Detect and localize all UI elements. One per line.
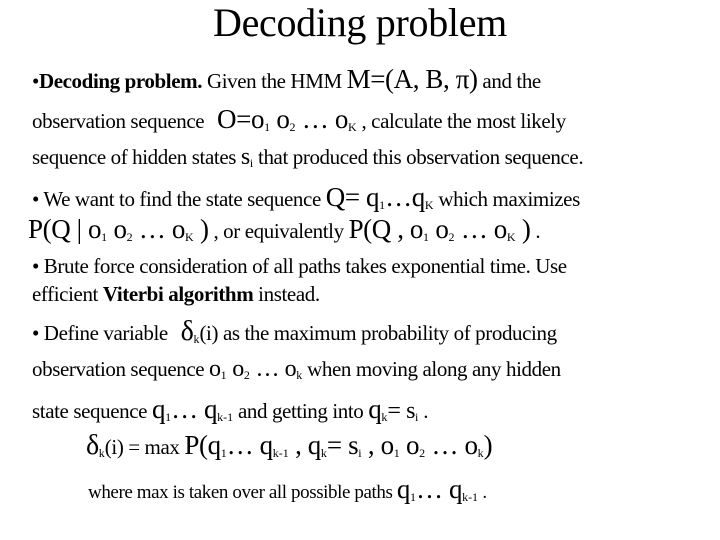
p3-line2: efficient Viterbi algorithm instead. <box>32 282 320 307</box>
prob-joint: P(Q , o1 o2 … oK ) <box>349 214 531 244</box>
p4-line3: state sequence q1… qk-1 and getting into… <box>32 394 428 425</box>
o2: o <box>270 104 290 134</box>
p1-text-2: and the <box>477 69 541 93</box>
o2: o <box>399 430 420 460</box>
close-paren: ) <box>483 430 493 460</box>
p4-line1: • Define variable δk(i) as the maximum p… <box>32 316 557 348</box>
sub: 1 <box>220 368 227 382</box>
p4-text-2: as the maximum probability of producing <box>218 321 557 345</box>
dots: … o <box>425 430 478 460</box>
q-eq: Q= q <box>325 182 380 212</box>
o: o <box>209 356 221 382</box>
o2: o <box>107 214 127 244</box>
hmm-model: M=(A, B, π) <box>346 64 478 94</box>
delta-symbol: δ <box>180 316 194 347</box>
state-s: s <box>240 144 250 170</box>
sub: K <box>347 120 357 134</box>
close-paren: ) <box>193 214 209 244</box>
p-joint: P(Q , o <box>348 214 424 244</box>
p1-text: Given the HMM <box>202 69 347 93</box>
p1-line1: •Decoding problem. Given the HMM M=(A, B… <box>32 64 541 95</box>
observation-seq: O=o1 o2 … oK <box>217 104 357 134</box>
sub: K <box>184 230 194 244</box>
o-eq: O=o <box>217 104 265 134</box>
p1-text-4: , calculate the most likely <box>356 109 566 133</box>
bullet: • <box>32 321 39 345</box>
q: q <box>151 394 166 424</box>
delta-symbol: δ <box>86 430 99 461</box>
p3-text-3: instead. <box>253 282 320 306</box>
dots: …q <box>385 182 425 212</box>
sub: k-1 <box>272 446 289 460</box>
viterbi-algorithm: Viterbi algorithm <box>102 282 254 306</box>
p1-text-3: observation sequence <box>32 109 210 133</box>
p2-line2: P(Q | o1 o2 … oK ) , or equivalently P(Q… <box>28 214 541 245</box>
note-line: where max is taken over all possible pat… <box>88 474 487 505</box>
eq-s: = s <box>387 398 416 424</box>
p4-text-6: and getting into <box>233 399 369 423</box>
slide-title: Decoding problem <box>212 0 507 45</box>
dots: … o <box>132 214 185 244</box>
state-seq: Q= q1…qK <box>326 182 434 212</box>
q: q <box>396 474 411 504</box>
p3-text-2: efficient <box>32 282 103 306</box>
formula-max: (i) = max <box>104 435 185 459</box>
p4-line2: observation sequence o1 o2 … ok when mov… <box>32 356 561 383</box>
bullet: • <box>32 69 39 93</box>
o: o <box>232 356 244 382</box>
slide: Decoding problem •Decoding problem. Give… <box>0 0 720 540</box>
p4-text-3: observation sequence <box>32 357 210 381</box>
p2-text-2: which maximizes <box>433 187 580 211</box>
comma-o: , o <box>361 430 394 460</box>
p4-text-5: state sequence <box>32 399 152 423</box>
p4-text: Define variable <box>38 321 173 345</box>
p1-text-5: sequence of hidden states <box>32 145 241 169</box>
p1-lead: Decoding problem. <box>38 69 203 93</box>
period: . <box>530 219 541 243</box>
comma-q: , q <box>288 430 321 460</box>
p-open: P(q <box>184 430 221 460</box>
p2-line1: • We want to find the state sequence Q= … <box>32 182 580 213</box>
sub: K <box>506 230 516 244</box>
delta-formula: δk(i) = max P(q1… qk-1 , qk= si , o1 o2 … <box>86 430 493 462</box>
p2-text: We want to find the state sequence <box>38 187 326 211</box>
sub: k-1 <box>462 490 479 504</box>
dots: … q <box>416 474 463 504</box>
dots: … q <box>171 394 218 424</box>
period: . <box>418 399 429 423</box>
p2-text-3: , or equivalently <box>208 219 349 243</box>
o2: o <box>429 214 449 244</box>
p3-line1: • Brute force consideration of all paths… <box>32 254 567 279</box>
eq-s: = s <box>326 430 359 460</box>
dots: … q <box>226 430 273 460</box>
prob-cond: P(Q | o1 o2 … oK ) <box>28 214 209 244</box>
note-text: where max is taken over all possible pat… <box>88 482 397 503</box>
p1-line3: sequence of hidden states si that produc… <box>32 144 584 171</box>
p1-text-6: that produced this observation sequence. <box>253 145 584 169</box>
period: . <box>478 482 487 503</box>
p4-text-4: when moving along any hidden <box>302 357 561 381</box>
dots: … o <box>249 356 297 382</box>
close-paren: ) <box>515 214 531 244</box>
dots: … o <box>295 104 348 134</box>
p3-text: Brute force consideration of all paths t… <box>38 254 567 278</box>
bullet: • <box>32 187 39 211</box>
sub: k-1 <box>217 410 234 424</box>
dots: … o <box>454 214 507 244</box>
p1-line2: observation sequence O=o1 o2 … oK , calc… <box>32 104 566 135</box>
arg: (i) <box>199 321 219 345</box>
q: q <box>368 394 382 424</box>
bullet: • <box>32 254 39 278</box>
p-cond: P(Q | o <box>28 214 102 244</box>
